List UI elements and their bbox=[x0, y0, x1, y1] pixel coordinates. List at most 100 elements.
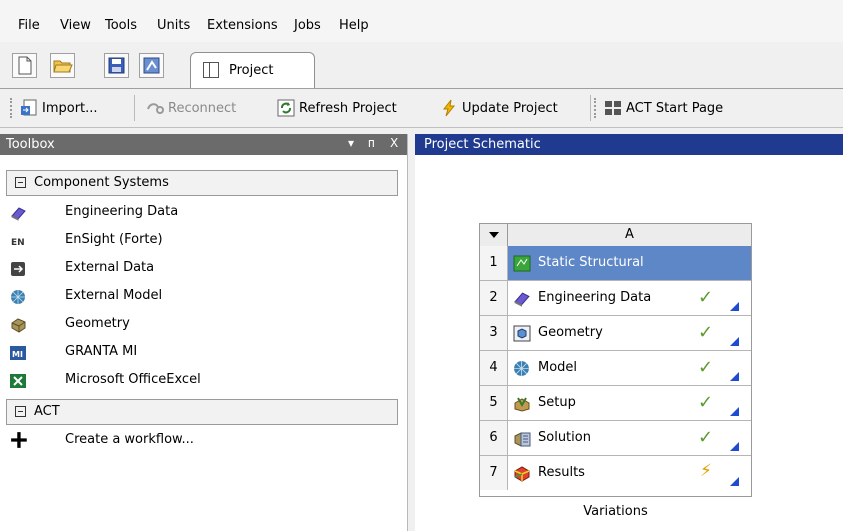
system-row-results[interactable]: 7 Results ⚡ bbox=[480, 456, 751, 491]
tool-label: Geometry bbox=[65, 316, 130, 331]
row-label: Static Structural bbox=[538, 255, 644, 270]
system-header: A bbox=[480, 224, 751, 247]
row-corner-marker bbox=[730, 372, 739, 381]
menu-tools[interactable]: Tools bbox=[105, 18, 137, 33]
geometry-cube-icon bbox=[513, 325, 531, 342]
reconnect-button[interactable]: Reconnect bbox=[146, 97, 236, 119]
tool-microsoft-excel[interactable]: Microsoft OfficeExcel bbox=[10, 369, 390, 393]
row-corner-marker bbox=[730, 407, 739, 416]
save-project-button[interactable] bbox=[104, 53, 129, 78]
toolbox-panel: Toolbox ▾ ᴨ X Component Systems Engineer… bbox=[0, 134, 408, 531]
toolbox-dropdown-icon[interactable]: ▾ bbox=[348, 136, 354, 150]
book-icon bbox=[11, 207, 26, 221]
system-block-static-structural[interactable]: A 1 Static Structural 2 Engineering Data… bbox=[479, 223, 752, 497]
toolbar-separator-2 bbox=[590, 95, 591, 121]
collapse-icon bbox=[15, 177, 26, 188]
group-label: Component Systems bbox=[34, 175, 169, 190]
toolbar: Import... Reconnect Refresh Project Upda… bbox=[0, 89, 843, 128]
row-label: Results bbox=[538, 465, 585, 480]
plus-icon bbox=[11, 432, 27, 448]
up-to-date-check-icon: ✓ bbox=[698, 322, 714, 343]
archive-button[interactable] bbox=[139, 53, 164, 78]
row-label: Solution bbox=[538, 430, 591, 445]
mesh-icon bbox=[514, 361, 529, 376]
row-corner-marker bbox=[730, 337, 739, 346]
svg-text:MI: MI bbox=[12, 350, 23, 359]
toolbox-close-icon[interactable]: X bbox=[390, 136, 398, 150]
open-project-button[interactable] bbox=[50, 53, 75, 78]
system-column-label: A bbox=[625, 227, 634, 242]
solution-icon bbox=[514, 432, 531, 447]
tool-ensight[interactable]: EN EnSight (Forte) bbox=[10, 229, 390, 253]
new-project-button[interactable] bbox=[12, 53, 37, 78]
system-row-engineering-data[interactable]: 2 Engineering Data ✓ bbox=[480, 281, 751, 316]
tool-engineering-data[interactable]: Engineering Data bbox=[10, 201, 390, 225]
act-start-label: ACT Start Page bbox=[626, 100, 724, 116]
row-label: Setup bbox=[538, 395, 576, 410]
row-label: Geometry bbox=[538, 325, 603, 340]
act-grid-icon bbox=[605, 101, 621, 115]
lightning-icon bbox=[442, 99, 456, 117]
group-label: ACT bbox=[34, 404, 60, 419]
system-row-static-structural[interactable]: 1 Static Structural bbox=[480, 246, 751, 281]
menu-units[interactable]: Units bbox=[157, 18, 190, 33]
toolbar-grip bbox=[10, 98, 15, 118]
row-label: Model bbox=[538, 360, 578, 375]
group-act[interactable]: ACT bbox=[6, 399, 398, 425]
row-corner-marker bbox=[730, 302, 739, 311]
toolbar-grip-2 bbox=[594, 98, 599, 118]
tool-create-workflow[interactable]: Create a workflow... bbox=[10, 429, 390, 453]
tool-external-data[interactable]: External Data bbox=[10, 257, 390, 281]
system-dropdown-icon[interactable] bbox=[480, 224, 508, 246]
reconnect-icon bbox=[147, 103, 164, 114]
row-number: 1 bbox=[480, 246, 508, 280]
act-start-page-button[interactable]: ACT Start Page bbox=[604, 97, 723, 119]
toolbar-separator bbox=[134, 95, 135, 121]
toolbox-title: Toolbox bbox=[6, 137, 55, 152]
import-button[interactable]: Import... bbox=[20, 97, 98, 119]
tab-project-label: Project bbox=[229, 63, 274, 78]
tab-project[interactable]: Project bbox=[190, 52, 315, 88]
row-corner-marker bbox=[730, 442, 739, 451]
group-component-systems[interactable]: Component Systems bbox=[6, 170, 398, 196]
update-required-lightning-icon: ⚡ bbox=[700, 461, 712, 481]
ensight-icon: EN bbox=[11, 238, 25, 248]
archive-icon bbox=[143, 57, 160, 74]
granta-icon: MI bbox=[10, 346, 26, 360]
system-row-setup[interactable]: 5 Setup ✓ bbox=[480, 386, 751, 421]
import-icon bbox=[21, 99, 37, 116]
geometry-icon bbox=[11, 318, 26, 333]
tool-granta-mi[interactable]: MI GRANTA MI bbox=[10, 341, 390, 365]
tool-label: Engineering Data bbox=[65, 204, 179, 219]
row-number: 7 bbox=[480, 456, 508, 490]
up-to-date-check-icon: ✓ bbox=[698, 392, 714, 413]
update-project-button[interactable]: Update Project bbox=[440, 97, 558, 119]
schematic-title: Project Schematic bbox=[424, 137, 541, 152]
system-row-model[interactable]: 4 Model ✓ bbox=[480, 351, 751, 386]
menu-view[interactable]: View bbox=[60, 18, 91, 33]
toolbox-pin-icon[interactable]: ᴨ bbox=[368, 136, 375, 150]
row-number: 4 bbox=[480, 351, 508, 385]
toolbox-header: Toolbox ▾ ᴨ X bbox=[0, 134, 407, 155]
tool-external-model[interactable]: External Model bbox=[10, 285, 390, 309]
menu-jobs[interactable]: Jobs bbox=[294, 18, 321, 33]
tab-row: Project bbox=[0, 42, 843, 89]
system-row-geometry[interactable]: 3 Geometry ✓ bbox=[480, 316, 751, 351]
system-row-solution[interactable]: 6 Solution ✓ bbox=[480, 421, 751, 456]
variations-label: Variations bbox=[583, 504, 648, 519]
book-icon bbox=[514, 292, 530, 307]
up-to-date-check-icon: ✓ bbox=[698, 357, 714, 378]
tool-geometry[interactable]: Geometry bbox=[10, 313, 390, 337]
project-schematic-panel: Project Schematic A 1 Static Structural … bbox=[415, 134, 843, 531]
tool-label: GRANTA MI bbox=[65, 344, 138, 359]
menu-file[interactable]: File bbox=[18, 18, 40, 33]
up-to-date-check-icon: ✓ bbox=[698, 427, 714, 448]
update-label: Update Project bbox=[462, 100, 558, 116]
external-data-icon bbox=[11, 262, 25, 276]
menu-extensions[interactable]: Extensions bbox=[207, 18, 278, 33]
mesh-icon bbox=[11, 290, 25, 304]
refresh-project-button[interactable]: Refresh Project bbox=[277, 97, 397, 119]
menu-help[interactable]: Help bbox=[339, 18, 369, 33]
row-corner-marker bbox=[730, 477, 739, 486]
results-icon bbox=[514, 466, 530, 482]
